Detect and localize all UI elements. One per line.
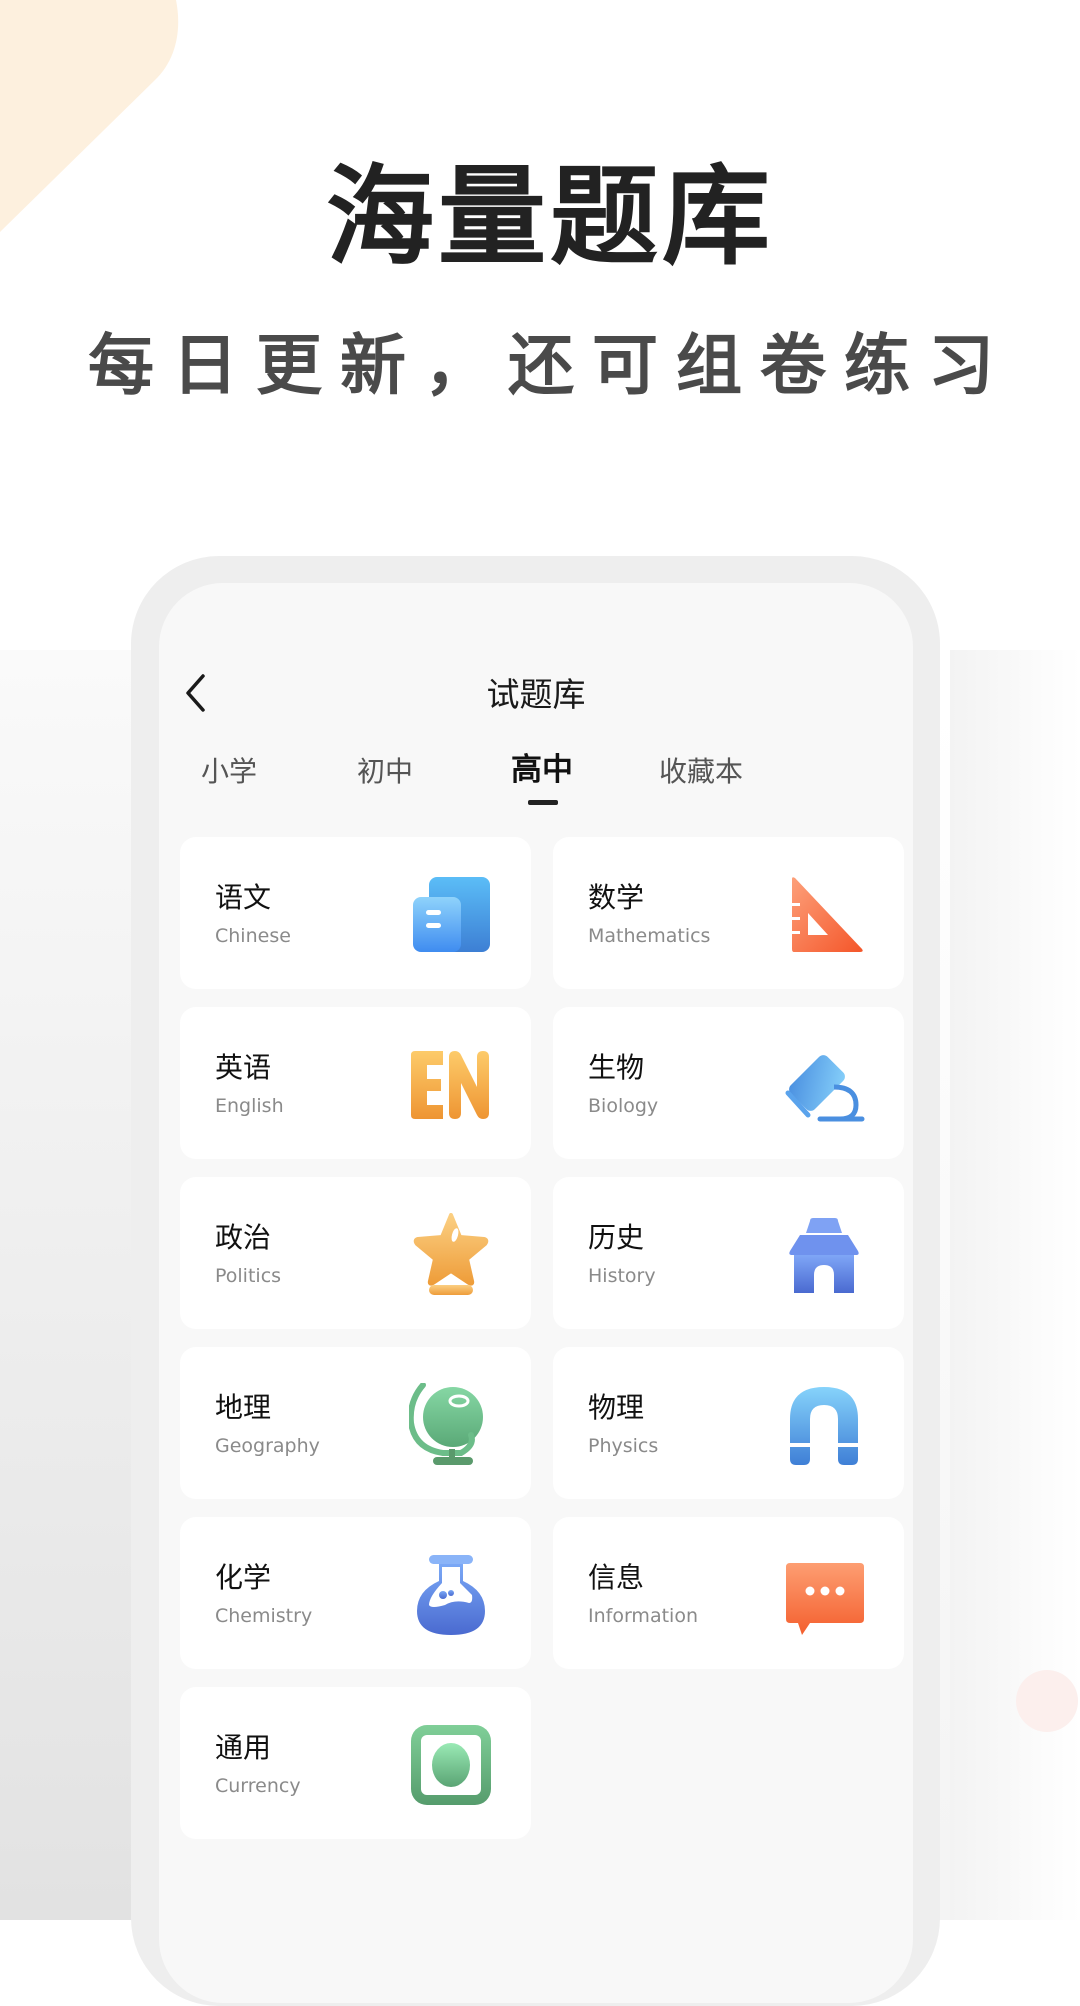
subject-name-en: Physics <box>588 1435 659 1457</box>
subject-name: 生物 <box>588 1051 645 1084</box>
subject-name: 数学 <box>588 881 645 914</box>
subject-name: 物理 <box>588 1391 645 1424</box>
subject-name: 英语 <box>215 1051 272 1084</box>
flask-icon <box>409 1553 493 1637</box>
subject-name-en: Mathematics <box>588 925 711 947</box>
subject-card-history[interactable]: 历史 History <box>553 1177 904 1329</box>
tab-senior-high[interactable]: 高中 <box>511 748 573 792</box>
tab-junior-high[interactable]: 初中 <box>357 750 413 794</box>
subject-card-general[interactable]: 通用 Currency <box>180 1687 531 1839</box>
chat-bubble-icon <box>782 1553 866 1637</box>
subject-card-chemistry[interactable]: 化学 Chemistry <box>180 1517 531 1669</box>
subject-name-en: Geography <box>215 1435 320 1457</box>
subject-name-en: English <box>215 1095 284 1117</box>
subject-card-english[interactable]: 英语 English <box>180 1007 531 1159</box>
subject-name-en: Politics <box>215 1265 282 1287</box>
hero-title: 海量题库 <box>325 155 774 280</box>
triangle-ruler-icon <box>782 873 866 957</box>
subject-card-chinese[interactable]: 语文 Chinese <box>180 837 531 989</box>
decorative-pink-dot <box>1016 1670 1078 1732</box>
subject-name: 信息 <box>588 1561 645 1594</box>
page-title: 试题库 <box>486 675 586 714</box>
phone-screen: 试题库 小学 初中 高中 收藏本 语文 Chinese 数学 Mathemati… <box>159 583 913 2003</box>
subject-card-mathematics[interactable]: 数学 Mathematics <box>553 837 904 989</box>
hero-subtitle: 每日更新，还可组卷练习 <box>88 327 1012 404</box>
tab-primary[interactable]: 小学 <box>201 750 257 794</box>
background-shade-right <box>950 650 1080 1920</box>
tab-favorites[interactable]: 收藏本 <box>659 750 743 794</box>
subject-name: 化学 <box>215 1561 272 1594</box>
subject-name-en: Chinese <box>215 925 291 947</box>
subject-card-biology[interactable]: 生物 Biology <box>553 1007 904 1159</box>
record-button-icon <box>409 1723 493 1807</box>
background-shade-left <box>0 650 140 1920</box>
star-trophy-icon <box>409 1213 493 1297</box>
subject-name: 地理 <box>215 1391 272 1424</box>
subject-name-en: History <box>588 1265 656 1287</box>
temple-icon <box>782 1213 866 1297</box>
subject-name-en: Chemistry <box>215 1605 313 1627</box>
subject-card-politics[interactable]: 政治 Politics <box>180 1177 531 1329</box>
subject-name-en: Biology <box>588 1095 659 1117</box>
document-icon <box>409 873 493 957</box>
subject-card-information[interactable]: 信息 Information <box>553 1517 904 1669</box>
nav-bar: 试题库 <box>159 663 913 727</box>
subject-name: 历史 <box>588 1221 645 1254</box>
subject-name-en: Currency <box>215 1775 301 1797</box>
globe-icon <box>409 1383 493 1467</box>
subject-card-physics[interactable]: 物理 Physics <box>553 1347 904 1499</box>
subject-name: 通用 <box>215 1731 272 1764</box>
subject-name: 政治 <box>215 1221 272 1254</box>
subject-card-geography[interactable]: 地理 Geography <box>180 1347 531 1499</box>
en-letters-icon <box>409 1043 493 1127</box>
level-tabs: 小学 初中 高中 收藏本 <box>159 750 913 810</box>
active-tab-indicator <box>528 800 558 805</box>
microscope-icon <box>782 1043 866 1127</box>
magnet-icon <box>782 1383 866 1467</box>
subject-name: 语文 <box>215 881 272 914</box>
subject-name-en: Information <box>588 1605 698 1627</box>
